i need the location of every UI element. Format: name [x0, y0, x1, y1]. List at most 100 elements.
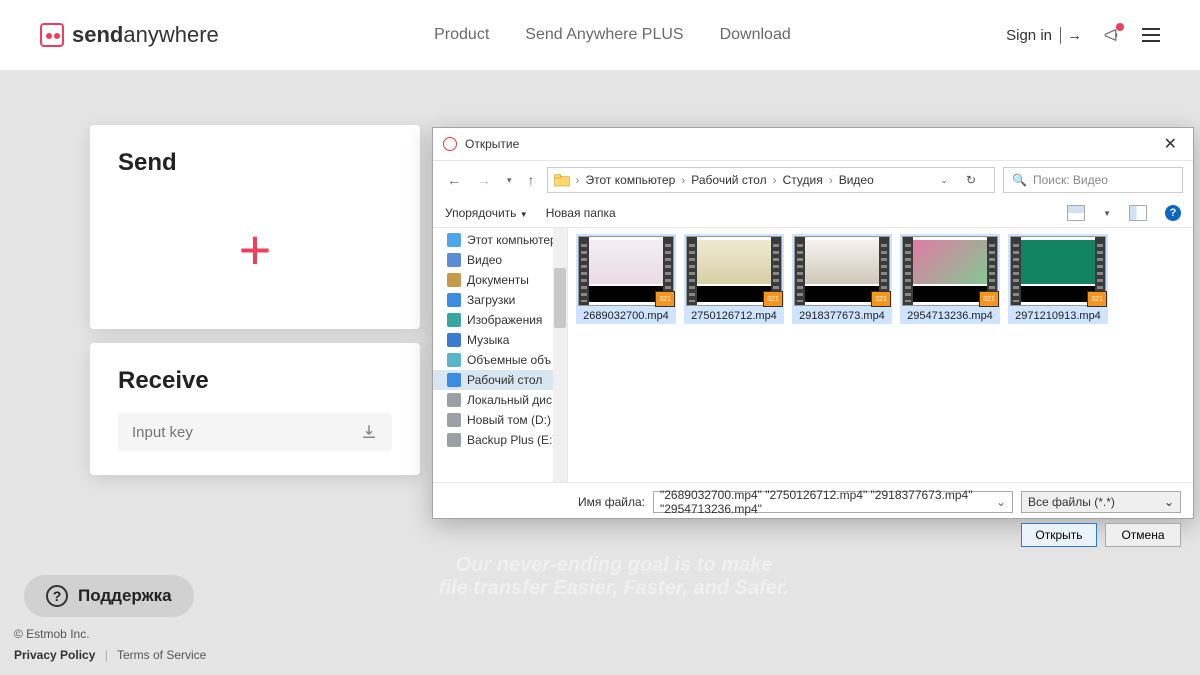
tree-item-folder-blue[interactable]: Видео	[433, 250, 567, 270]
help-icon: ?	[46, 585, 68, 607]
right-nav: Sign in →	[1006, 25, 1160, 45]
folder-tree: Этот компьютерВидеоДокументыЗагрузкиИзоб…	[433, 228, 568, 482]
tree-item-doc[interactable]: Документы	[433, 270, 567, 290]
dialog-titlebar: Открытие ✕	[433, 128, 1193, 161]
nav-product[interactable]: Product	[434, 26, 489, 44]
file-name: 2954713236.mp4	[902, 310, 998, 322]
filename-input[interactable]: "2689032700.mp4" "2750126712.mp4" "29183…	[653, 491, 1013, 513]
nav: Product Send Anywhere PLUS Download	[434, 26, 791, 44]
pc-icon	[447, 233, 461, 247]
open-button[interactable]: Открыть	[1021, 523, 1097, 547]
dialog-title: Открытие	[465, 137, 1158, 151]
cube-icon	[447, 353, 461, 367]
plus-icon: +	[239, 222, 272, 278]
search-input[interactable]: 🔍 Поиск: Видео	[1003, 167, 1183, 193]
signin-arrow-icon: →	[1060, 27, 1082, 44]
forward-button[interactable]: →	[473, 170, 495, 190]
tree-item-disk[interactable]: Локальный дис	[433, 390, 567, 410]
logo[interactable]: sendanywhere	[40, 22, 219, 48]
copyright: © Estmob Inc.	[14, 624, 206, 646]
bc-3[interactable]: Видео	[839, 173, 874, 187]
bc-0[interactable]: Этот компьютер	[586, 173, 676, 187]
privacy-link[interactable]: Privacy Policy	[14, 648, 95, 662]
refresh-button[interactable]: ↻	[958, 171, 984, 189]
tree-item-desktop[interactable]: Рабочий стол	[433, 370, 567, 390]
tree-item-disk[interactable]: Backup Plus (E:)	[433, 430, 567, 450]
search-icon: 🔍	[1012, 173, 1027, 187]
nav-plus[interactable]: Send Anywhere PLUS	[525, 26, 683, 44]
codec-badge-icon: 321	[655, 291, 675, 307]
key-input[interactable]	[132, 424, 360, 441]
back-button[interactable]: ←	[443, 170, 465, 190]
opera-icon	[443, 137, 457, 151]
nav-download[interactable]: Download	[720, 26, 791, 44]
logo-sub: anywhere	[123, 22, 218, 47]
add-file-button[interactable]: +	[118, 195, 392, 305]
terms-link[interactable]: Terms of Service	[117, 648, 206, 662]
breadcrumb-dropdown[interactable]: ⌄	[932, 173, 956, 188]
dialog-navbar: ← → ▾ ↑ › Этот компьютер› Рабочий стол› …	[433, 161, 1193, 199]
tree-item-music[interactable]: Музыка	[433, 330, 567, 350]
file-item[interactable]: 3212689032700.mp4	[576, 234, 676, 324]
file-item[interactable]: 321 2750126712.mp4	[684, 234, 784, 324]
folder-blue-icon	[447, 253, 461, 267]
notification-dot	[1116, 23, 1124, 31]
disk-icon	[447, 433, 461, 447]
file-grid: 3212689032700.mp43212750126712.mp4321291…	[568, 228, 1193, 482]
recent-dropdown[interactable]: ▾	[503, 173, 516, 188]
file-item[interactable]: 321 2971210913.mp4	[1008, 234, 1108, 324]
legal: © Estmob Inc. Privacy Policy | Terms of …	[14, 624, 206, 667]
tree-item-pc[interactable]: Этот компьютер	[433, 230, 567, 250]
breadcrumb[interactable]: › Этот компьютер› Рабочий стол› Студия› …	[547, 167, 995, 193]
tree-item-disk[interactable]: Новый том (D:)	[433, 410, 567, 430]
desktop-icon	[447, 373, 461, 387]
logo-icon	[40, 23, 64, 47]
tree-item-download[interactable]: Загрузки	[433, 290, 567, 310]
folder-icon	[554, 173, 570, 187]
new-folder-button[interactable]: Новая папка	[546, 206, 616, 220]
codec-badge-icon: 321	[871, 291, 891, 307]
bc-1[interactable]: Рабочий стол	[691, 173, 766, 187]
file-dialog: Открытие ✕ ← → ▾ ↑ › Этот компьютер› Раб…	[432, 127, 1194, 519]
filename-label: Имя файла:	[445, 495, 645, 509]
filetype-filter[interactable]: Все файлы (*.*)⌄	[1021, 491, 1181, 513]
dialog-footer: Имя файла: "2689032700.mp4" "2750126712.…	[433, 482, 1193, 555]
up-button[interactable]: ↑	[524, 170, 539, 190]
signin-link[interactable]: Sign in →	[1006, 27, 1082, 44]
codec-badge-icon: 321	[763, 291, 783, 307]
view-dropdown[interactable]: ▼	[1103, 209, 1111, 218]
file-name: 2750126712.mp4	[686, 310, 782, 322]
music-icon	[447, 333, 461, 347]
close-button[interactable]: ✕	[1158, 134, 1183, 154]
help-button[interactable]: ?	[1165, 205, 1181, 221]
slogan-l1: Our never-ending goal is to make	[439, 554, 789, 577]
disk-icon	[447, 393, 461, 407]
disk-icon	[447, 413, 461, 427]
slogan: Our never-ending goal is to make file tr…	[439, 554, 789, 600]
menu-icon[interactable]	[1142, 28, 1160, 42]
file-name: 2918377673.mp4	[794, 310, 890, 322]
cancel-button[interactable]: Отмена	[1105, 523, 1181, 547]
receive-title: Receive	[118, 367, 392, 395]
slogan-l2: file transfer Easier, Faster, and Safer.	[439, 577, 789, 600]
preview-pane-button[interactable]	[1129, 205, 1147, 221]
download-icon[interactable]	[360, 423, 378, 441]
send-card: Send +	[90, 125, 420, 329]
file-item[interactable]: 3212954713236.mp4	[900, 234, 1000, 324]
doc-icon	[447, 273, 461, 287]
bc-2[interactable]: Студия	[783, 173, 823, 187]
send-title: Send	[118, 149, 392, 177]
search-placeholder: Поиск: Видео	[1033, 173, 1108, 187]
tree-item-cube[interactable]: Объемные объ	[433, 350, 567, 370]
view-mode-button[interactable]	[1067, 205, 1085, 221]
tree-item-images[interactable]: Изображения	[433, 310, 567, 330]
receive-card: Receive	[90, 343, 420, 475]
file-name: 2971210913.mp4	[1010, 310, 1106, 322]
file-item[interactable]: 321 2918377673.mp4	[792, 234, 892, 324]
dialog-toolbar: Упорядочить ▼ Новая папка ▼ ?	[433, 199, 1193, 228]
support-button[interactable]: ? Поддержка	[24, 575, 194, 617]
download-icon	[447, 293, 461, 307]
announce-icon[interactable]	[1102, 25, 1122, 45]
organize-menu[interactable]: Упорядочить ▼	[445, 206, 528, 220]
codec-badge-icon: 321	[1087, 291, 1107, 307]
